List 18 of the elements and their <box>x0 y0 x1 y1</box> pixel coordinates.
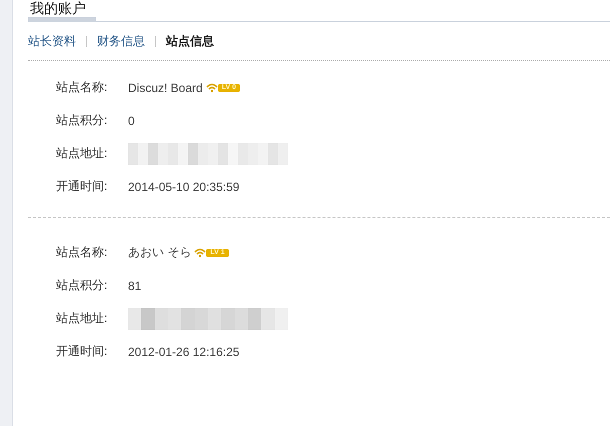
page-title: 我的账户 <box>28 0 96 21</box>
field-value: 2014-05-10 20:35:59 <box>128 180 240 194</box>
field-value: 0 <box>128 114 135 128</box>
field-label: 站点名称: <box>56 79 108 96</box>
tab[interactable]: 财务信息 <box>97 32 145 50</box>
field-label: 站点积分: <box>56 277 108 294</box>
field-label: 站点地址: <box>56 145 108 162</box>
field-label: 开通时间: <box>56 178 108 195</box>
field-label: 站点名称: <box>56 244 108 261</box>
field-value: Discuz! Board <box>128 80 203 94</box>
field-label: 开通时间: <box>56 343 108 360</box>
field-label: 站点地址: <box>56 310 108 327</box>
field-value: あおい そら <box>128 244 192 261</box>
field-label: 站点积分: <box>56 112 108 129</box>
tab[interactable]: 站长资料 <box>28 32 76 50</box>
field-value: 2012-01-26 12:16:25 <box>128 344 240 358</box>
tab[interactable]: 站点信息 <box>166 32 214 50</box>
field-value: 81 <box>128 278 142 292</box>
